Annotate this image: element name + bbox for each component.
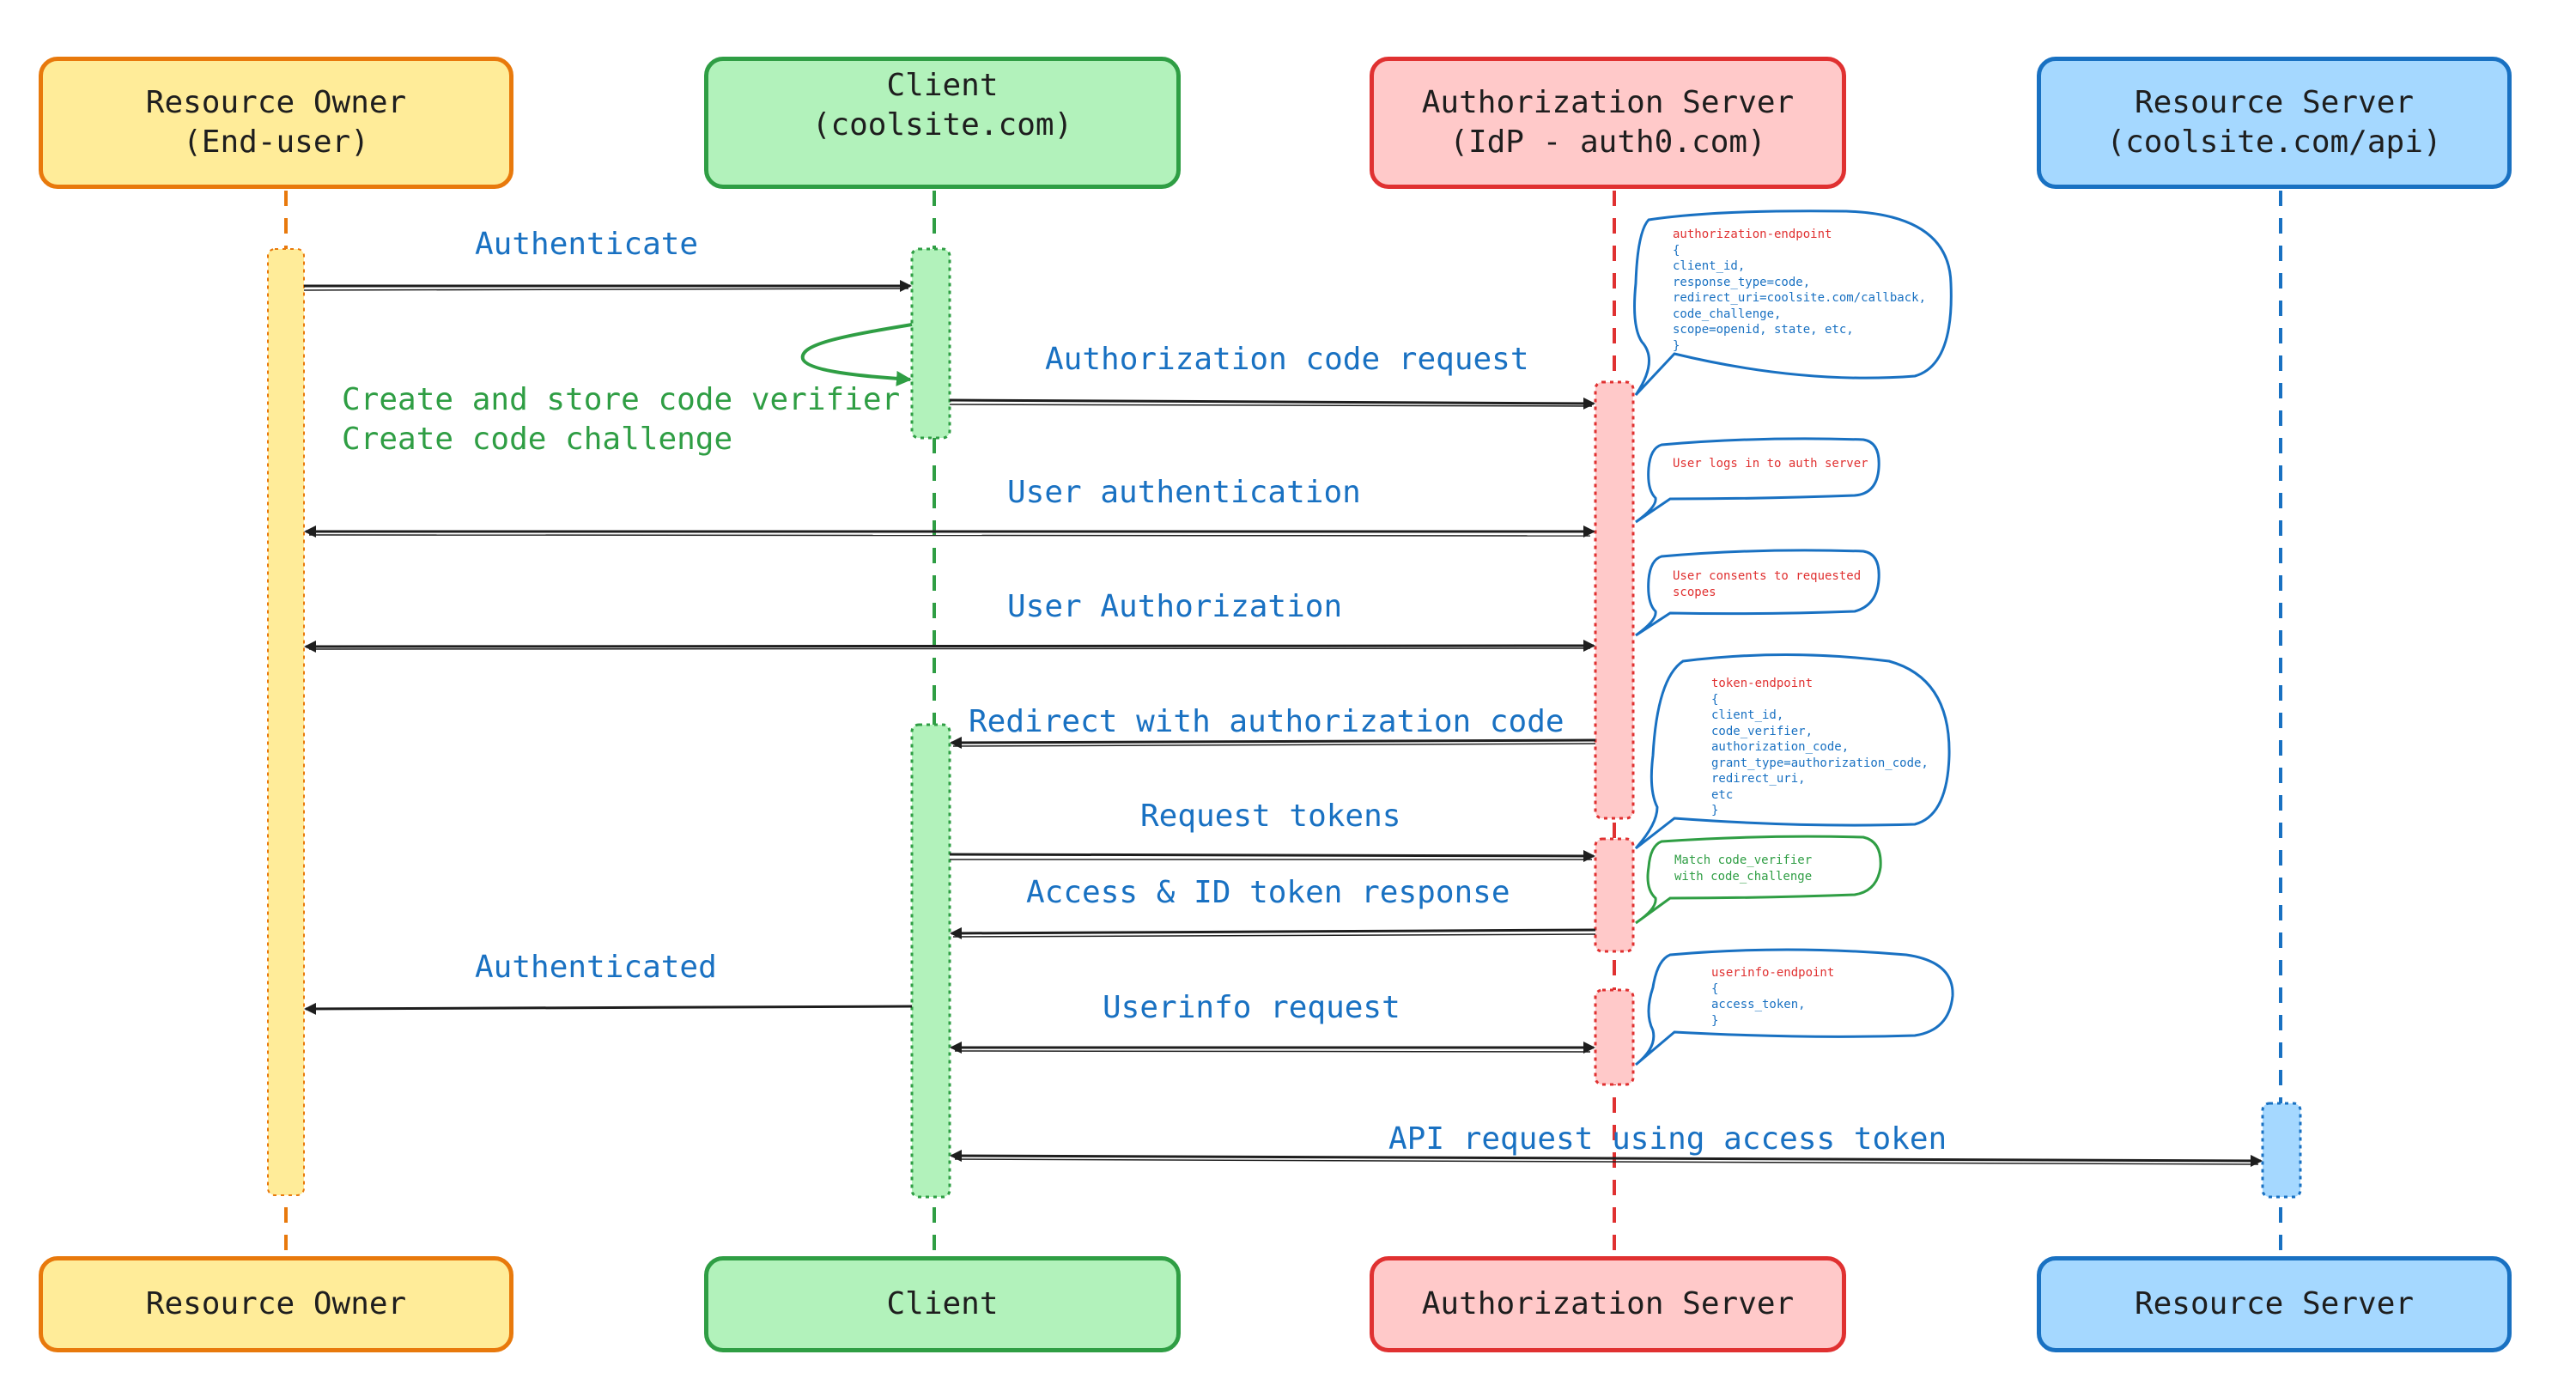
bubble-text-match-verifier: Match code_verifier with code_challenge bbox=[1674, 853, 1812, 884]
activation-resource bbox=[2261, 1102, 2302, 1199]
bubble-line: access_token, bbox=[1711, 998, 1806, 1011]
actor-authorization-server-bottom: Authorization Server bbox=[1370, 1256, 1846, 1352]
actor-subtitle: (IdP - auth0.com) bbox=[1449, 125, 1766, 160]
actor-title: Client bbox=[886, 1286, 999, 1321]
bubble-text-user-consent: User consents to requested scopes bbox=[1673, 568, 1861, 600]
self-note-line-2: Create code challenge bbox=[342, 422, 733, 457]
activation-client-1 bbox=[910, 247, 951, 440]
endpoint-header: authorization-endpoint bbox=[1673, 228, 1832, 241]
bubble-line: etc bbox=[1711, 787, 1734, 802]
message-label-userinfo-request: Userinfo request bbox=[1103, 990, 1400, 1025]
message-label-request-tokens: Request tokens bbox=[1140, 799, 1401, 834]
message-label-token-response: Access & ID token response bbox=[1026, 875, 1510, 910]
bubble-line: code_verifier, bbox=[1711, 724, 1814, 738]
arrow-api-request bbox=[950, 1150, 2263, 1167]
bubble-line: authorization_code, bbox=[1711, 740, 1850, 754]
bubble-line: with code_challenge bbox=[1674, 869, 1813, 884]
actor-title: Authorization Server bbox=[1421, 1286, 1795, 1321]
arrow-request-tokens bbox=[949, 849, 1595, 862]
endpoint-header: userinfo-endpoint bbox=[1711, 966, 1835, 980]
arrow-self-create-verifier bbox=[800, 323, 913, 386]
bubble-line: response_type=code, bbox=[1673, 275, 1811, 289]
sequence-diagram: Resource Owner (End-user) Client (coolsi… bbox=[0, 0, 2576, 1391]
endpoint-header: token-endpoint bbox=[1711, 677, 1814, 690]
actor-title: Resource Server bbox=[2134, 1286, 2415, 1321]
arrow-user-authorization bbox=[304, 640, 1595, 653]
activation-auth-3 bbox=[1594, 988, 1635, 1086]
bubble-text-authorization-endpoint: authorization-endpoint { client_id, resp… bbox=[1673, 227, 1926, 354]
actor-resource-server-bottom: Resource Server bbox=[2037, 1256, 2512, 1352]
self-note-create-verifier: Create and store code verifier Create co… bbox=[342, 380, 900, 459]
bubble-line: client_id, bbox=[1673, 259, 1746, 273]
actor-title: Authorization Server bbox=[1421, 85, 1795, 120]
diagram-canvas bbox=[267, 191, 2302, 1256]
actor-subtitle: (coolsite.com/api) bbox=[2106, 125, 2442, 160]
bubble-text-userinfo-endpoint: userinfo-endpoint { access_token, } bbox=[1711, 965, 1834, 1029]
message-label-authenticated: Authenticated bbox=[475, 950, 717, 985]
arrow-authorization-code-request bbox=[949, 397, 1595, 410]
bubble-line: { bbox=[1673, 243, 1680, 258]
message-label-api-request: API request using access token bbox=[1388, 1121, 1947, 1157]
actor-title: Resource Owner bbox=[145, 85, 407, 120]
bubble-line: scope=openid, state, etc, bbox=[1673, 323, 1854, 337]
arrow-authenticated bbox=[304, 1002, 913, 1015]
activation-auth-2 bbox=[1594, 837, 1635, 953]
actor-title: Resource Server bbox=[2134, 85, 2415, 120]
bubble-user-login bbox=[1635, 437, 1880, 524]
arrow-redirect-with-code bbox=[950, 736, 1596, 749]
activation-owner bbox=[267, 248, 305, 1196]
arrow-authenticate bbox=[303, 280, 912, 292]
bubble-line: client_id, bbox=[1711, 708, 1784, 722]
bubble-line: { bbox=[1711, 981, 1719, 996]
message-label-user-authorization: User Authorization bbox=[1007, 589, 1343, 624]
message-label-authenticate: Authenticate bbox=[475, 227, 699, 262]
bubble-text-user-login: User logs in to auth server bbox=[1673, 457, 1868, 471]
bubble-line: redirect_uri=coolsite.com/callback, bbox=[1673, 291, 1927, 305]
actor-subtitle: (coolsite.com) bbox=[811, 107, 1073, 143]
actor-resource-server-top: Resource Server (coolsite.com/api) bbox=[2037, 57, 2512, 189]
message-label-redirect-with-code: Redirect with authorization code bbox=[969, 704, 1564, 739]
bubble-line: scopes bbox=[1673, 585, 1716, 599]
bubble-line: User consents to requested bbox=[1673, 569, 1862, 583]
actor-title: Client bbox=[886, 68, 999, 103]
arrow-userinfo-request bbox=[950, 1042, 1595, 1054]
message-label-authorization-code-request: Authorization code request bbox=[1045, 342, 1529, 377]
bubble-line: grant_type=authorization_code, bbox=[1711, 756, 1929, 770]
message-label-user-authentication: User authentication bbox=[1007, 475, 1361, 510]
bubble-line: redirect_uri, bbox=[1711, 772, 1806, 786]
bubble-line: code_challenge, bbox=[1673, 307, 1782, 321]
self-note-line-1: Create and store code verifier bbox=[342, 382, 901, 417]
actor-client-bottom: Client bbox=[704, 1256, 1181, 1352]
bubble-line: } bbox=[1673, 338, 1680, 353]
bubble-line: { bbox=[1711, 692, 1719, 707]
arrow-user-authentication bbox=[304, 525, 1595, 538]
activation-client-2 bbox=[910, 723, 951, 1199]
actor-authorization-server-top: Authorization Server (IdP - auth0.com) bbox=[1370, 57, 1846, 189]
actor-resource-owner-bottom: Resource Owner bbox=[39, 1256, 513, 1352]
bubble-line: } bbox=[1711, 1013, 1719, 1028]
bubble-line: Match code_verifier bbox=[1674, 853, 1813, 867]
activation-auth-1 bbox=[1594, 380, 1635, 820]
bubble-line: } bbox=[1711, 804, 1719, 817]
bubble-text-token-endpoint: token-endpoint { client_id, code_verifie… bbox=[1711, 676, 1929, 819]
actor-resource-owner-top: Resource Owner (End-user) bbox=[39, 57, 513, 189]
actor-client-top: Client (coolsite.com) bbox=[704, 57, 1181, 189]
actor-subtitle: (End-user) bbox=[183, 125, 369, 160]
arrow-token-response bbox=[950, 926, 1596, 939]
actor-title: Resource Owner bbox=[145, 1286, 407, 1321]
